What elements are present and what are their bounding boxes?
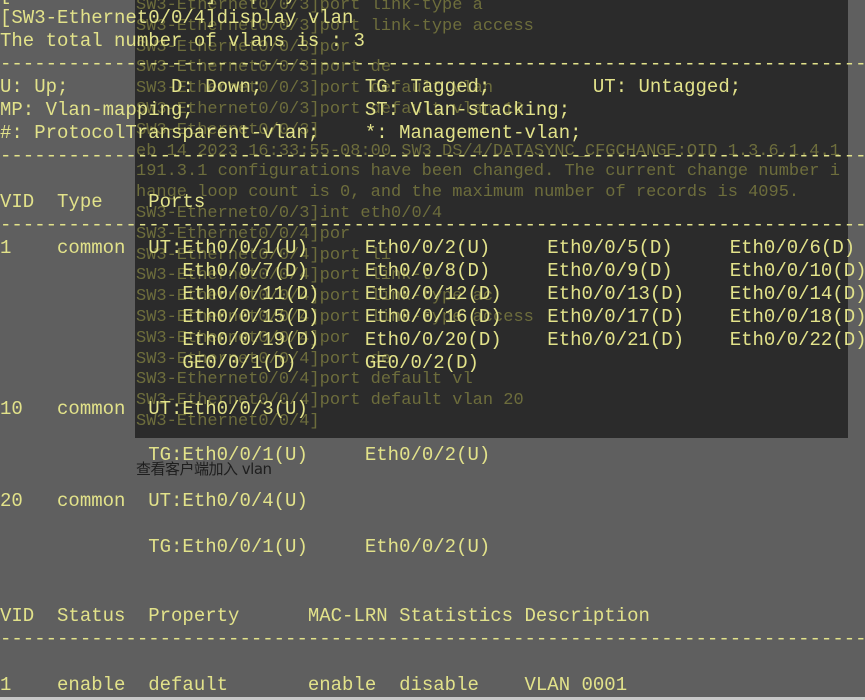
- terminal-line: ----------------------------------------…: [0, 628, 865, 650]
- terminal-line: MP: Vlan-mapping; ST: Vlan-stacking;: [0, 99, 571, 121]
- terminal-line: TG:Eth0/0/1(U) Eth0/0/2(U): [0, 444, 491, 466]
- terminal-line: The total number of vlans is : 3: [0, 30, 365, 52]
- terminal-line: [SW3-Ethernet0/0/4]display vl: [0, 0, 865, 7]
- terminal-line: Eth0/0/11(D) Eth0/0/12(D) Eth0/0/13(D) E…: [0, 283, 865, 305]
- terminal-line: ----------------------------------------…: [0, 145, 865, 167]
- image-caption: 查看客户端加入 vlan: [136, 460, 272, 478]
- terminal-line: #: ProtocolTransparent-vlan; *: Manageme…: [0, 122, 582, 144]
- terminal-line: VID Type Ports: [0, 191, 206, 213]
- terminal-line: 10 common UT:Eth0/0/3(U): [0, 398, 308, 420]
- terminal-line: Eth0/0/19(D) Eth0/0/20(D) Eth0/0/21(D) E…: [0, 329, 865, 351]
- terminal-line: U: Up; D: Down; TG: Tagged; UT: Untagged…: [0, 76, 742, 98]
- terminal-line: TG:Eth0/0/1(U) Eth0/0/2(U): [0, 536, 491, 558]
- terminal-line: GE0/0/1(D) GE0/0/2(D): [0, 352, 479, 374]
- terminal-line: 1 enable default enable disable VLAN 000…: [0, 674, 628, 696]
- terminal-line: 20 common UT:Eth0/0/4(U): [0, 490, 308, 512]
- terminal-line: ----------------------------------------…: [0, 53, 865, 75]
- terminal-line: Eth0/0/7(D) Eth0/0/8(D) Eth0/0/9(D) Eth0…: [0, 260, 865, 282]
- terminal-line: [SW3-Ethernet0/0/4]display vlan: [0, 7, 354, 29]
- terminal-line: ----------------------------------------…: [0, 214, 865, 236]
- terminal-line: 1 common UT:Eth0/0/1(U) Eth0/0/2(U) Eth0…: [0, 237, 856, 259]
- terminal-line: Eth0/0/15(D) Eth0/0/16(D) Eth0/0/17(D) E…: [0, 306, 865, 328]
- terminal-line: VID Status Property MAC-LRN Statistics D…: [0, 605, 650, 627]
- terminal-output: [SW3-Ethernet0/0/4]display vl[SW3-Ethern…: [0, 0, 865, 697]
